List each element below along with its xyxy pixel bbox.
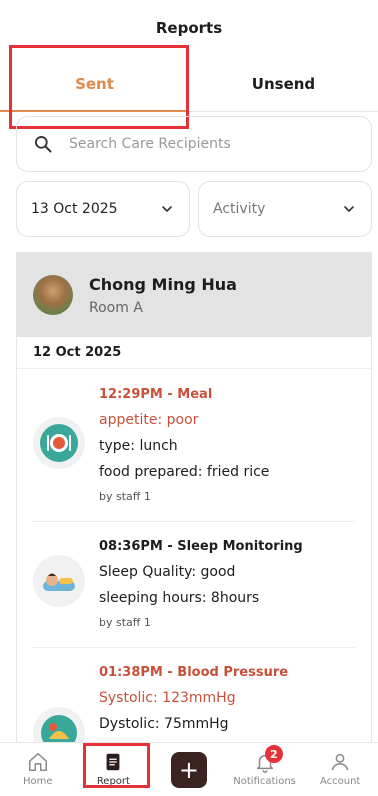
tab-unsend[interactable]: Unsend [189,56,378,111]
entry-author: by staff 1 [99,616,151,629]
sleep-icon [33,555,85,607]
bottom-navigation: Home Report + 2 Notifications Account [0,742,378,796]
entry-title: 12:29PM - Meal [99,387,213,402]
recipient-name: Chong Ming Hua [89,274,237,294]
nav-account[interactable]: Account [302,743,378,796]
meal-icon [33,417,85,469]
nav-notifications[interactable]: 2 Notifications [227,743,303,796]
search-box[interactable] [16,116,372,172]
entry-title: 01:38PM - Blood Pressure [99,665,289,680]
tab-sent[interactable]: Sent [0,56,189,112]
chevron-down-icon [162,206,172,212]
list-item[interactable]: 12:29PM - Meal appetite: poor type: lunc… [33,387,355,507]
report-icon [106,753,120,771]
nav-home-label: Home [23,776,53,787]
entry-detail: type: lunch [99,438,178,454]
nav-add[interactable]: + [151,743,227,796]
nav-home[interactable]: Home [0,743,76,796]
search-icon [35,136,52,153]
activity-filter-value: Activity [213,201,266,217]
user-icon [332,753,349,771]
nav-account-label: Account [319,776,361,787]
divider [33,521,355,522]
entry-author: by staff 1 [99,490,151,503]
report-tabs: Sent Unsend [0,56,378,112]
nav-report-label: Report [96,776,130,787]
chevron-down-icon [344,206,354,212]
activity-filter-dropdown[interactable]: Activity [198,181,372,237]
date-filter-value: 13 Oct 2025 [31,201,118,217]
group-date: 12 Oct 2025 [17,337,371,369]
entry-title: 08:36PM - Sleep Monitoring [99,539,303,554]
entry-detail: appetite: poor [99,412,199,428]
reports-screen: Reports Sent Unsend 13 Oct 2025 Activity… [0,0,378,796]
entry-detail: Systolic: 123mmHg [99,690,236,706]
add-icon: + [170,752,207,788]
notification-badge: 2 [264,745,283,763]
home-icon [28,753,47,771]
nav-notifications-label: Notifications [233,776,296,787]
page-title: Reports [155,19,223,37]
date-filter-dropdown[interactable]: 13 Oct 2025 [16,181,190,237]
avatar [33,275,73,315]
recipient-room: Room A [89,299,143,316]
entry-detail: food prepared: fried rice [99,464,270,480]
entry-detail: Sleep Quality: good [99,564,236,580]
list-item[interactable]: 08:36PM - Sleep Monitoring Sleep Quality… [33,539,355,635]
entry-detail: sleeping hours: 8hours [99,590,260,606]
recipient-header[interactable]: Chong Ming Hua Room A [17,253,371,337]
nav-report[interactable]: Report [76,743,152,796]
entry-detail: Dystolic: 75mmHg [99,716,229,732]
search-input[interactable] [69,136,329,152]
report-card: Chong Ming Hua Room A 12 Oct 2025 12:29P… [16,252,372,796]
divider [33,647,355,648]
